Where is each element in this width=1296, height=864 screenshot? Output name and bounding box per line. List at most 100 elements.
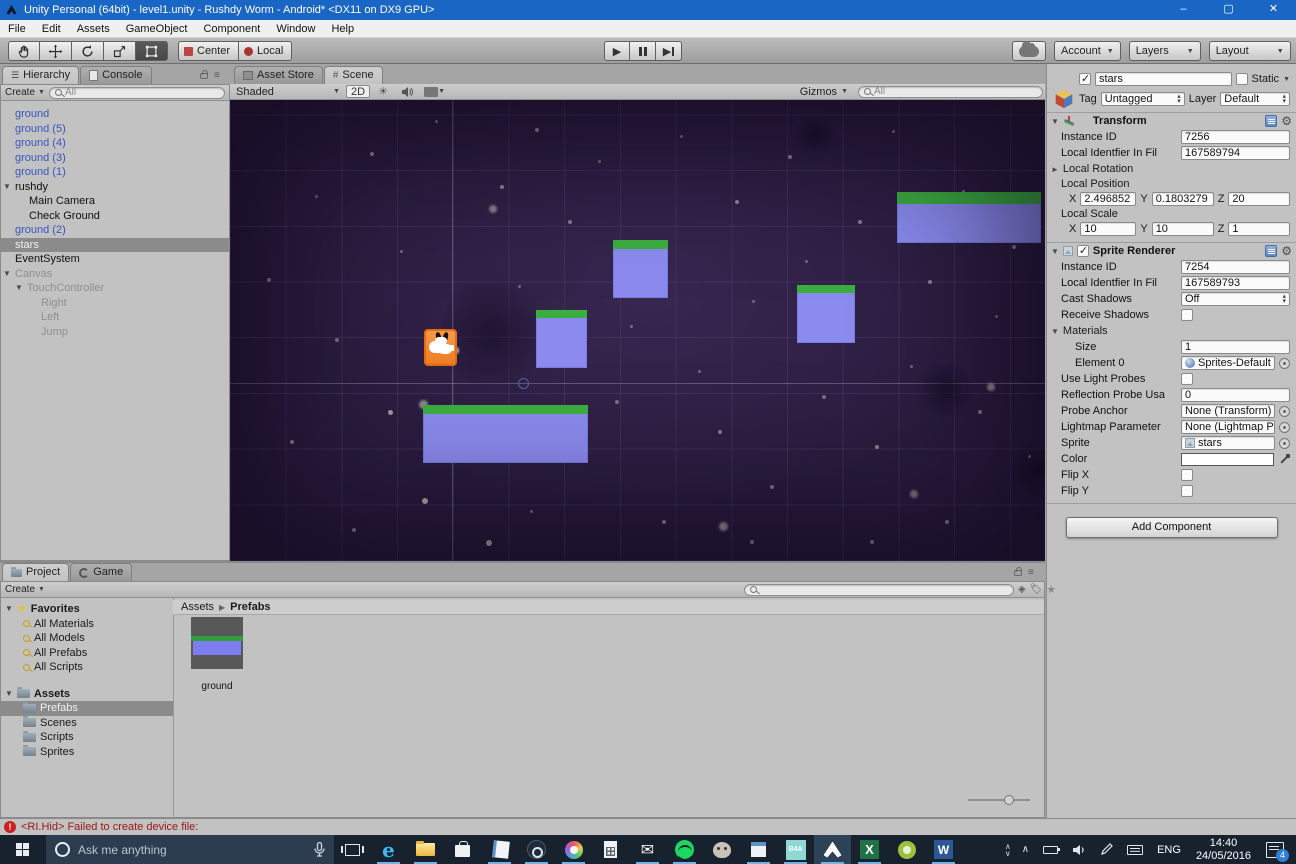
project-create-button[interactable]: Create▼	[5, 584, 45, 595]
panel-divider[interactable]	[0, 561, 1045, 563]
taskbar-app-steam[interactable]	[518, 835, 555, 864]
foldout-arrow[interactable]: ▼	[1051, 327, 1059, 336]
layout-dropdown[interactable]: Layout▼	[1209, 41, 1291, 61]
menu-edit[interactable]: Edit	[34, 23, 69, 35]
help-icon[interactable]	[1265, 115, 1277, 127]
ground-platform[interactable]	[897, 192, 1041, 243]
layers-dropdown[interactable]: Layers▼	[1129, 41, 1201, 61]
object-picker-icon[interactable]	[1279, 358, 1290, 369]
foldout-arrow[interactable]: ▼	[5, 602, 13, 617]
ground-platform[interactable]	[797, 285, 855, 343]
hierarchy-item-ground-5[interactable]: ground (5)	[1, 122, 229, 137]
task-view-button[interactable]	[334, 835, 370, 864]
local-identifier-field[interactable]: 167589794	[1181, 146, 1290, 160]
hierarchy-item-touchcontroller[interactable]: ▼TouchController	[1, 281, 229, 296]
hierarchy-item-main-camera[interactable]: Main Camera	[1, 194, 229, 209]
menu-file[interactable]: File	[0, 23, 34, 35]
folder-sprites[interactable]: Sprites	[1, 745, 173, 760]
menu-component[interactable]: Component	[195, 23, 268, 35]
object-name-field[interactable]: stars	[1095, 72, 1232, 86]
breadcrumb-assets[interactable]: Assets	[181, 601, 214, 613]
hierarchy-item-left[interactable]: Left	[1, 310, 229, 325]
tab-console[interactable]: Console	[80, 66, 151, 84]
space-toggle-button[interactable]: Local	[239, 41, 292, 61]
component-enabled-checkbox[interactable]	[1077, 245, 1089, 257]
use-light-probes-checkbox[interactable]	[1181, 373, 1193, 385]
rotate-tool-button[interactable]	[72, 41, 104, 61]
rect-tool-button[interactable]	[136, 41, 168, 61]
menu-window[interactable]: Window	[268, 23, 323, 35]
maximize-button[interactable]: ▢	[1206, 0, 1251, 20]
play-button[interactable]: ▶	[604, 41, 630, 61]
panel-menu-icon[interactable]: ≡	[214, 70, 220, 81]
taskbar-app-unity[interactable]	[814, 835, 851, 864]
scene-pivot-handle[interactable]	[518, 378, 529, 389]
tag-dropdown[interactable]: Untagged▴▾	[1101, 92, 1185, 106]
folder-scripts[interactable]: Scripts	[1, 730, 173, 745]
gizmos-dropdown[interactable]: Gizmos▼	[796, 85, 852, 98]
foldout-arrow[interactable]: ▼	[1051, 247, 1059, 256]
foldout-arrow[interactable]: ▼	[15, 281, 23, 296]
status-bar[interactable]: ! <RI.Hid> Failed to create device file:	[0, 818, 1296, 835]
scene-search-input[interactable]: All	[858, 86, 1043, 98]
taskbar-app-edge[interactable]: e	[370, 835, 407, 864]
search-favorites-icon[interactable]: ★	[1046, 583, 1056, 596]
favorites-root[interactable]: ▼★Favorites	[1, 602, 173, 617]
scene-viewport[interactable]	[230, 100, 1045, 561]
tab-asset-store[interactable]: Asset Store	[234, 66, 323, 84]
tab-hierarchy[interactable]: ☰Hierarchy	[2, 66, 79, 84]
project-splitter[interactable]	[173, 598, 174, 817]
touch-keyboard-icon[interactable]	[1120, 835, 1150, 864]
cast-shadows-dropdown[interactable]: Off▴▾	[1181, 292, 1290, 306]
account-dropdown[interactable]: Account▼	[1054, 41, 1121, 61]
taskbar-app-calendar[interactable]	[740, 835, 777, 864]
hierarchy-item-ground-1[interactable]: ground (1)	[1, 165, 229, 180]
menu-assets[interactable]: Assets	[69, 23, 118, 35]
lock-icon[interactable]	[1014, 570, 1022, 576]
ground-platform[interactable]	[613, 240, 668, 298]
flip-y-checkbox[interactable]	[1181, 485, 1193, 497]
hierarchy-item-eventsystem[interactable]: EventSystem	[1, 252, 229, 267]
hierarchy-item-stars[interactable]: stars	[1, 238, 229, 253]
scale-tool-button[interactable]	[104, 41, 136, 61]
taskbar-app-mail[interactable]: ✉	[629, 835, 666, 864]
element0-object-field[interactable]: Sprites-Default	[1181, 356, 1275, 370]
object-picker-icon[interactable]	[1279, 406, 1290, 417]
asset-thumbnail-ground[interactable]	[191, 617, 243, 669]
hand-tool-button[interactable]	[8, 41, 40, 61]
search-by-type-icon[interactable]: ◈	[1018, 584, 1026, 595]
taskbar-app-b4a[interactable]: B4A	[777, 835, 814, 864]
hierarchy-item-ground-2[interactable]: ground (2)	[1, 223, 229, 238]
object-picker-icon[interactable]	[1279, 438, 1290, 449]
hierarchy-item-ground-4[interactable]: ground (4)	[1, 136, 229, 151]
menu-help[interactable]: Help	[323, 23, 362, 35]
favorite-all-prefabs[interactable]: All Prefabs	[1, 646, 173, 661]
scale-z-field[interactable]: 1	[1228, 222, 1290, 236]
close-button[interactable]: ✕	[1251, 0, 1296, 20]
draw-mode-dropdown[interactable]: Shaded▼	[232, 85, 344, 98]
taskbar-app-android-studio[interactable]	[888, 835, 925, 864]
hierarchy-item-ground[interactable]: ground	[1, 107, 229, 122]
search-by-label-icon[interactable]: 🏷	[1030, 584, 1043, 595]
active-checkbox[interactable]	[1079, 73, 1091, 85]
taskbar-app-explorer[interactable]	[407, 835, 444, 864]
taskbar-app-gimp[interactable]	[703, 835, 740, 864]
scene-lighting-button[interactable]: ☀	[372, 85, 394, 98]
taskbar-app-paint[interactable]	[555, 835, 592, 864]
tab-scene[interactable]: #Scene	[324, 66, 383, 84]
taskbar-app-notepad[interactable]	[481, 835, 518, 864]
start-button[interactable]	[0, 835, 46, 864]
pivot-toggle-button[interactable]: Center	[178, 41, 239, 61]
scale-x-field[interactable]: 10	[1080, 222, 1136, 236]
local-identifier-field[interactable]: 167589793	[1181, 276, 1290, 290]
toggle-2d-button[interactable]: 2D	[346, 85, 370, 98]
hierarchy-item-canvas[interactable]: ▼Canvas	[1, 267, 229, 282]
foldout-arrow[interactable]: ▼	[1051, 117, 1059, 126]
language-indicator[interactable]: ENG	[1150, 835, 1188, 864]
pen-icon[interactable]	[1093, 835, 1120, 864]
taskbar-app-calculator[interactable]	[592, 835, 629, 864]
instance-id-field[interactable]: 7256	[1181, 130, 1290, 144]
breadcrumb-prefabs[interactable]: Prefabs	[230, 601, 270, 613]
hierarchy-item-rushdy[interactable]: ▼rushdy	[1, 180, 229, 195]
gear-icon[interactable]: ⚙	[1281, 245, 1292, 257]
